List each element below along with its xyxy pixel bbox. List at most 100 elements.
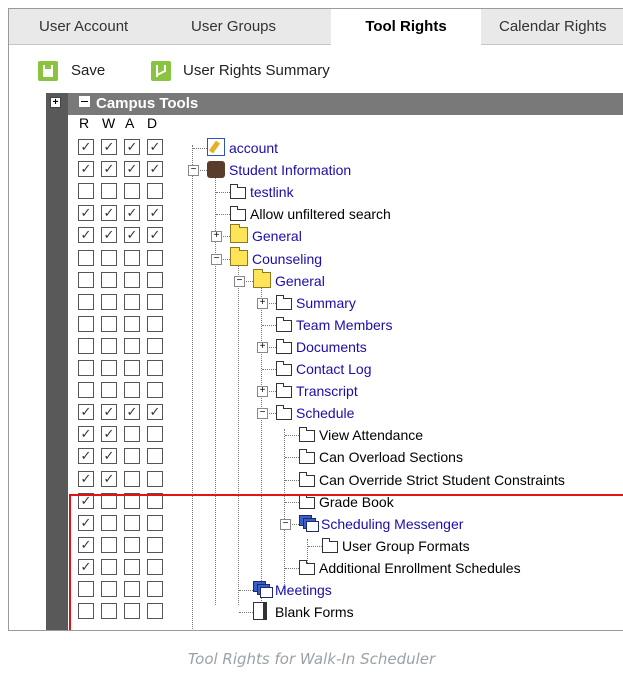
read-checkbox[interactable]: ✓ [78,404,94,421]
read-checkbox[interactable] [78,315,94,332]
write-checkbox[interactable]: ✓ [101,205,117,222]
delete-checkbox[interactable] [147,315,163,332]
tree-item-label[interactable]: testlink [250,183,294,201]
delete-checkbox[interactable] [147,448,163,465]
collapse-icon[interactable]: − [211,253,222,265]
add-checkbox[interactable] [124,249,140,266]
page-icon [276,383,292,399]
add-checkbox[interactable] [124,293,140,310]
tree-item-label[interactable]: account [229,139,278,157]
write-checkbox[interactable] [101,249,117,266]
expand-all-icon[interactable]: + [50,97,61,108]
add-checkbox[interactable]: ✓ [124,161,140,178]
read-checkbox[interactable]: ✓ [78,470,94,487]
tab-user-account[interactable]: User Account [39,9,159,44]
expand-icon[interactable]: + [211,231,222,243]
delete-checkbox[interactable] [147,271,163,288]
read-checkbox[interactable] [78,382,94,399]
write-checkbox[interactable]: ✓ [101,470,117,487]
write-checkbox[interactable]: ✓ [101,448,117,465]
tree-item-label: Can Overload Sections [319,449,463,466]
write-checkbox[interactable] [101,183,117,200]
tree-item-label[interactable]: Student Information [229,161,351,179]
tree-item-label[interactable]: Summary [296,294,356,312]
tree-item-label[interactable]: Documents [296,338,367,356]
write-checkbox[interactable]: ✓ [101,161,117,178]
write-checkbox[interactable]: ✓ [101,426,117,443]
delete-checkbox[interactable] [147,293,163,310]
delete-checkbox[interactable] [147,360,163,376]
add-checkbox[interactable]: ✓ [124,227,140,244]
delete-checkbox[interactable]: ✓ [147,404,163,421]
delete-checkbox[interactable]: ✓ [147,161,163,178]
read-checkbox[interactable] [78,360,94,376]
expand-icon[interactable]: + [257,297,268,309]
tree-item-label[interactable]: Transcript [296,382,358,400]
collapse-icon[interactable]: − [188,165,199,177]
add-checkbox[interactable] [124,315,140,332]
read-checkbox[interactable] [78,337,94,354]
tree-row: ✓ ✓ ✓ ✓ − Schedule [9,402,623,424]
write-checkbox[interactable] [101,315,117,332]
tab-calendar-rights[interactable]: Calendar Rights [499,9,623,44]
delete-checkbox[interactable] [147,470,163,487]
read-checkbox[interactable]: ✓ [78,205,94,222]
write-checkbox[interactable] [101,382,117,399]
write-checkbox[interactable]: ✓ [101,139,117,155]
tree-row: − Counseling [9,246,623,270]
read-checkbox[interactable]: ✓ [78,448,94,465]
add-checkbox[interactable] [124,360,140,376]
column-add: A [125,115,135,131]
delete-checkbox[interactable]: ✓ [147,139,163,155]
delete-checkbox[interactable] [147,337,163,354]
add-checkbox[interactable] [124,271,140,288]
save-icon[interactable] [38,61,58,81]
read-checkbox[interactable]: ✓ [78,139,94,155]
tree-item-label[interactable]: General [275,272,325,290]
read-checkbox[interactable] [78,271,94,288]
add-checkbox[interactable] [124,448,140,465]
save-button[interactable]: Save [71,62,105,79]
tree-item-label[interactable]: Schedule [296,404,354,422]
add-checkbox[interactable]: ✓ [124,404,140,421]
add-checkbox[interactable] [124,337,140,354]
add-checkbox[interactable] [124,470,140,487]
add-checkbox[interactable] [124,183,140,200]
delete-checkbox[interactable] [147,249,163,266]
collapse-icon[interactable]: − [234,275,245,287]
write-checkbox[interactable] [101,360,117,376]
tab-user-groups[interactable]: User Groups [191,9,311,44]
write-checkbox[interactable]: ✓ [101,227,117,244]
delete-checkbox[interactable] [147,183,163,200]
tree-item-label[interactable]: Counseling [252,250,322,268]
read-checkbox[interactable] [78,249,94,266]
add-checkbox[interactable] [124,382,140,399]
summary-icon[interactable] [151,61,171,81]
delete-checkbox[interactable] [147,382,163,399]
delete-checkbox[interactable]: ✓ [147,205,163,222]
read-checkbox[interactable]: ✓ [78,161,94,178]
read-checkbox[interactable] [78,183,94,200]
tree-item-label[interactable]: Team Members [296,316,392,334]
add-checkbox[interactable]: ✓ [124,205,140,222]
collapse-icon[interactable] [79,96,90,107]
write-checkbox[interactable]: ✓ [101,404,117,421]
figure-caption: Tool Rights for Walk-In Scheduler [187,650,436,668]
delete-checkbox[interactable]: ✓ [147,227,163,244]
add-checkbox[interactable] [124,426,140,443]
read-checkbox[interactable]: ✓ [78,227,94,244]
tree-item-label[interactable]: General [252,227,302,245]
expand-icon[interactable]: + [257,341,268,353]
collapse-icon[interactable]: − [257,408,268,420]
user-rights-summary-button[interactable]: User Rights Summary [183,62,330,79]
tree-item-label[interactable]: Contact Log [296,360,372,378]
read-checkbox[interactable] [78,293,94,310]
write-checkbox[interactable] [101,271,117,288]
expand-icon[interactable]: + [257,386,268,398]
delete-checkbox[interactable] [147,426,163,443]
add-checkbox[interactable]: ✓ [124,139,140,155]
tab-tool-rights[interactable]: Tool Rights [331,9,481,45]
write-checkbox[interactable] [101,293,117,310]
read-checkbox[interactable]: ✓ [78,426,94,443]
write-checkbox[interactable] [101,337,117,354]
